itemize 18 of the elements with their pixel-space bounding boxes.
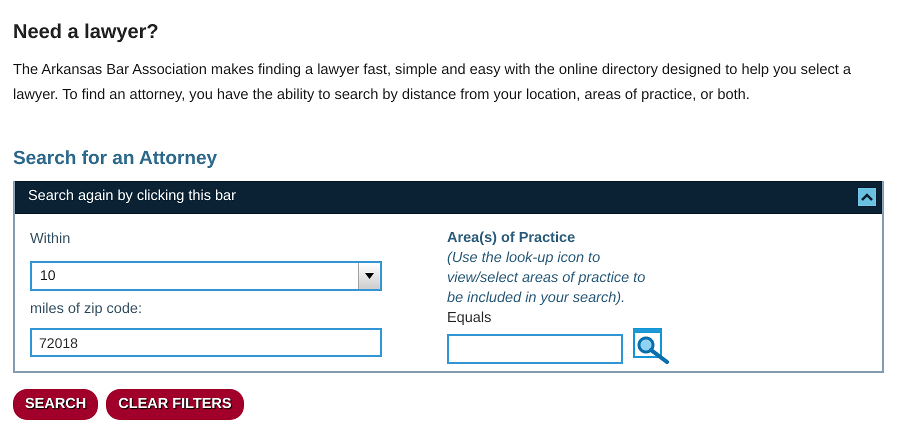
intro-paragraph: The Arkansas Bar Association makes finding a lawyer fast, simple and easy with the online directory designed to help you select a lawyer. To find an attorney, you have the ability to search by distance from your location, areas of practice, or both. <box>13 61 852 105</box>
dropdown-caret-icon <box>365 272 374 279</box>
hint-text: (Use the look-up icon to view/select areas of practice to be included in your search). <box>447 248 646 308</box>
distance-select[interactable]: 10 <box>30 260 382 291</box>
collapse-chevron-icon[interactable] <box>858 188 876 206</box>
lookup-search-icon[interactable] <box>633 328 670 364</box>
search-button[interactable]: SEARCH <box>13 388 98 420</box>
clear-filters-button[interactable]: CLEAR FILTERS <box>106 388 244 420</box>
field-label: Within <box>30 230 72 249</box>
field-label: Equals <box>447 308 492 328</box>
zip-code-field[interactable]: 72018 <box>30 328 382 358</box>
collapse-bar[interactable]: Search again by clicking this bar <box>15 180 882 214</box>
field-label: Area(s) of Practice <box>447 228 576 248</box>
field-label: miles of zip code: <box>30 300 144 319</box>
page-heading: Need a lawyer? <box>13 20 160 44</box>
practice-area-field[interactable] <box>447 334 623 364</box>
section-heading: Search for an Attorney <box>13 148 218 171</box>
collapse-bar-label: Search again by clicking this bar <box>28 187 236 206</box>
